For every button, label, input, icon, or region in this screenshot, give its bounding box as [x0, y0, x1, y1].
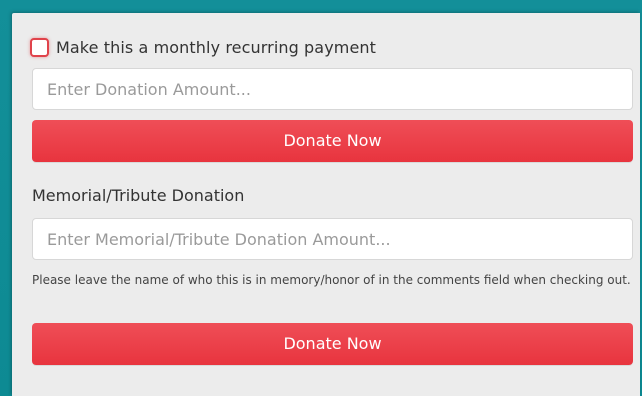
donate-now-button[interactable]: Donate Now: [32, 120, 633, 162]
donation-form-panel: Make this a monthly recurring payment Do…: [12, 13, 640, 396]
page-frame: Make this a monthly recurring payment Do…: [0, 0, 642, 396]
memorial-help-text: Please leave the name of who this is in …: [32, 273, 631, 287]
memorial-section-heading: Memorial/Tribute Donation: [32, 186, 245, 205]
memorial-amount-input[interactable]: [32, 218, 633, 260]
recurring-payment-checkbox[interactable]: [30, 37, 49, 57]
donation-amount-input[interactable]: [32, 68, 633, 110]
recurring-payment-option[interactable]: Make this a monthly recurring payment: [30, 35, 376, 59]
recurring-payment-label[interactable]: Make this a monthly recurring payment: [56, 38, 376, 57]
memorial-donate-now-button[interactable]: Donate Now: [32, 323, 633, 365]
